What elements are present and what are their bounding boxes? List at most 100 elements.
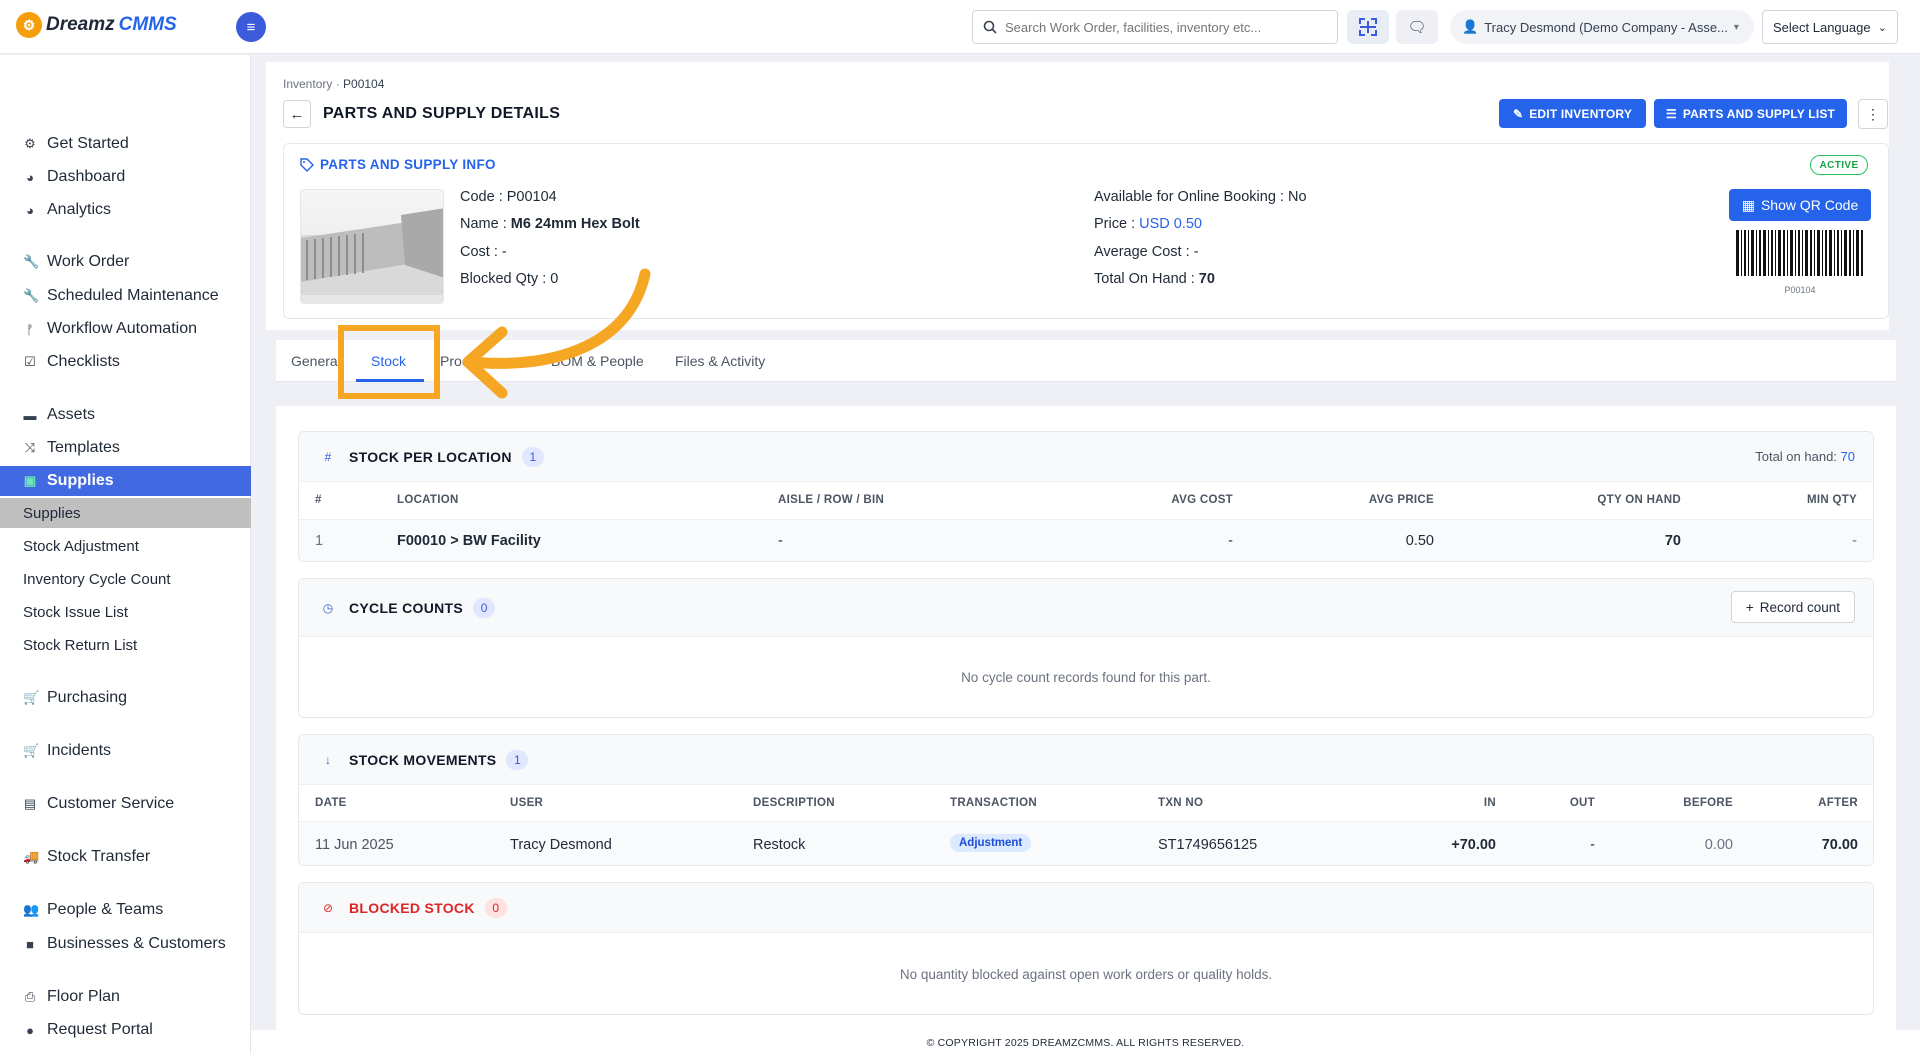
global-search[interactable]	[972, 10, 1338, 44]
tutorial-arrow	[462, 268, 651, 399]
sidebar-item-label: Assets	[47, 406, 96, 423]
language-select[interactable]: Select Language ⌄	[1762, 10, 1898, 44]
menu-toggle-button[interactable]: ≡	[236, 12, 266, 42]
row-qty-on-hand: 70	[1664, 533, 1681, 549]
total-on-hand-value: 70	[1840, 449, 1855, 464]
column-header: #	[315, 494, 322, 506]
sidebar-item-purchasing[interactable]: 🛒 Purchasing	[0, 683, 251, 713]
info-total-on-hand: Total On Hand : 70	[1094, 271, 1215, 287]
sidebar-item-people-teams[interactable]: 👥 People & Teams	[0, 895, 251, 925]
barcode-label: P00104	[1784, 285, 1816, 295]
sidebar-item-templates[interactable]: ⤨ Templates	[0, 433, 251, 463]
sidebar-subitem-label: Stock Return List	[23, 636, 138, 654]
sidebar-subitem-stock-issue-list[interactable]: Stock Issue List	[0, 597, 251, 627]
back-button[interactable]: ←	[283, 100, 311, 128]
cycle-counts-header: ◷ CYCLE COUNTS 0	[299, 579, 1873, 637]
stock-movements-title: STOCK MOVEMENTS	[349, 751, 497, 768]
part-image	[300, 189, 444, 304]
stock-per-location-count: 1	[521, 446, 544, 467]
blocked-stock-count: 0	[484, 897, 507, 918]
users-icon: 👥	[23, 902, 40, 917]
sidebar-item-workflow-automation[interactable]: ᚠ Workflow Automation	[0, 314, 251, 344]
column-header: AISLE / ROW / BIN	[778, 494, 885, 506]
row-in: +70.00	[1451, 837, 1496, 853]
column-header: TXN NO	[1158, 797, 1204, 809]
sidebar-item-label: Analytics	[47, 201, 112, 218]
clock-icon: ◷	[322, 600, 334, 615]
sidebar-subitem-inventory-cycle-count[interactable]: Inventory Cycle Count	[0, 564, 251, 594]
edit-inventory-button[interactable]: ✎ EDIT INVENTORY	[1499, 99, 1646, 128]
sidebar-item-work-order[interactable]: 🔧 Work Order	[0, 247, 251, 277]
sidebar-item-dashboard[interactable]: ◕ Dashboard	[0, 162, 251, 192]
row-txn-no: ST1749656125	[1158, 837, 1258, 853]
stock-movements-count: 1	[506, 749, 529, 770]
sidebar-item-assets[interactable]: ▬ Assets	[0, 400, 251, 430]
info-online-label: Available for Online Booking :	[1094, 189, 1288, 205]
sidebar-item-label: Dashboard	[47, 168, 126, 185]
cart-icon: 🛒	[23, 743, 40, 758]
tab-general[interactable]: Genera	[291, 353, 338, 369]
shuffle-icon: ⤨	[24, 440, 36, 455]
sidebar-item-incidents[interactable]: 🛒 Incidents	[0, 736, 251, 766]
table-row[interactable]: 11 Jun 2025 Tracy Desmond Restock Adjust…	[299, 821, 1873, 865]
qr-icon: ▦	[1741, 196, 1755, 213]
record-count-label: Record count	[1759, 599, 1840, 615]
tag-icon	[300, 157, 314, 172]
sidebar-item-label: Templates	[47, 439, 120, 456]
sidebar-item-stock-transfer[interactable]: 🚚 Stock Transfer	[0, 842, 251, 872]
sidebar-item-scheduled-maintenance[interactable]: 🔧 Scheduled Maintenance	[0, 281, 251, 311]
parts-info-heading: PARTS AND SUPPLY INFO	[300, 157, 496, 172]
sidebar-item-get-started[interactable]: ⚙ Get Started	[0, 129, 251, 159]
sidebar-item-floor-plan[interactable]: ⎙ Floor Plan	[0, 982, 251, 1012]
sidebar-item-label: Customer Service	[47, 795, 175, 812]
scan-button[interactable]	[1347, 10, 1389, 44]
sidebar-subitem-stock-return-list[interactable]: Stock Return List	[0, 630, 251, 660]
info-online-booking: Available for Online Booking : No	[1094, 189, 1307, 205]
search-icon	[983, 20, 997, 34]
info-onhand-label: Total On Hand :	[1094, 271, 1199, 287]
barcode-image	[1736, 230, 1863, 276]
app-logo[interactable]: ⚙ Dreamz CMMS	[16, 12, 177, 38]
column-header: AVG PRICE	[1368, 494, 1434, 506]
sidebar-item-supplies[interactable]: ▣ Supplies	[0, 466, 251, 496]
logo-text-dreamz: Dreamz	[46, 14, 115, 35]
breadcrumb-current: P00104	[343, 77, 385, 91]
dashboard-icon: ◕	[26, 169, 34, 185]
row-after: 70.00	[1821, 837, 1858, 853]
chat-icon: ●	[26, 1022, 34, 1038]
sidebar-item-analytics[interactable]: ◕ Analytics	[0, 195, 251, 225]
blocked-stock-title: BLOCKED STOCK	[349, 899, 475, 916]
supplies-icon: ▣	[23, 473, 37, 488]
parts-list-button[interactable]: ☰ PARTS AND SUPPLY LIST	[1654, 99, 1847, 128]
info-avg-cost-label: Average Cost :	[1094, 244, 1194, 260]
column-header: DESCRIPTION	[753, 797, 835, 809]
sidebar-item-request-portal[interactable]: ● Request Portal	[0, 1015, 251, 1045]
chat-button[interactable]: 🗨	[1396, 10, 1438, 44]
show-qr-code-button[interactable]: ▦ Show QR Code	[1729, 189, 1871, 221]
info-cost-value: -	[501, 244, 507, 260]
sidebar-subitem-label: Stock Adjustment	[23, 537, 139, 555]
search-input[interactable]	[1005, 19, 1337, 35]
sidebar-subitem-supplies[interactable]: Supplies	[0, 498, 251, 528]
wrench-icon: 🔧	[23, 254, 40, 269]
record-count-button[interactable]: + Record count	[1730, 591, 1855, 623]
sidebar-item-customer-service[interactable]: ▤ Customer Service	[0, 789, 251, 819]
logo-text-cmms: CMMS	[118, 14, 177, 35]
cart-icon: 🛒	[23, 690, 40, 705]
column-header: AVG COST	[1171, 494, 1233, 506]
more-options-button[interactable]: ⋮	[1858, 99, 1888, 129]
sidebar-item-businesses-customers[interactable]: ■ Businesses & Customers	[0, 929, 251, 959]
info-cost-label: Cost :	[460, 244, 502, 260]
scan-icon	[1359, 18, 1377, 36]
breadcrumb-link-inventory[interactable]: Inventory	[283, 77, 332, 91]
row-location: F00010 > BW Facility	[397, 533, 541, 549]
sidebar-subitem-stock-adjustment[interactable]: Stock Adjustment	[0, 531, 251, 561]
sidebar-item-checklists[interactable]: ☑ Checklists	[0, 347, 251, 377]
info-name-label: Name :	[460, 216, 511, 232]
table-row[interactable]: 1 F00010 > BW Facility - - 0.50 70 -	[299, 519, 1873, 561]
sidebar-item-label: Incidents	[47, 742, 112, 759]
sidebar-item-label: Request Portal	[47, 1021, 153, 1038]
user-menu[interactable]: 👤 Tracy Desmond (Demo Company - Asse... …	[1450, 10, 1754, 44]
blocked-stock-header: ⊘ BLOCKED STOCK 0	[299, 883, 1873, 933]
tab-files-activity[interactable]: Files & Activity	[675, 353, 765, 369]
